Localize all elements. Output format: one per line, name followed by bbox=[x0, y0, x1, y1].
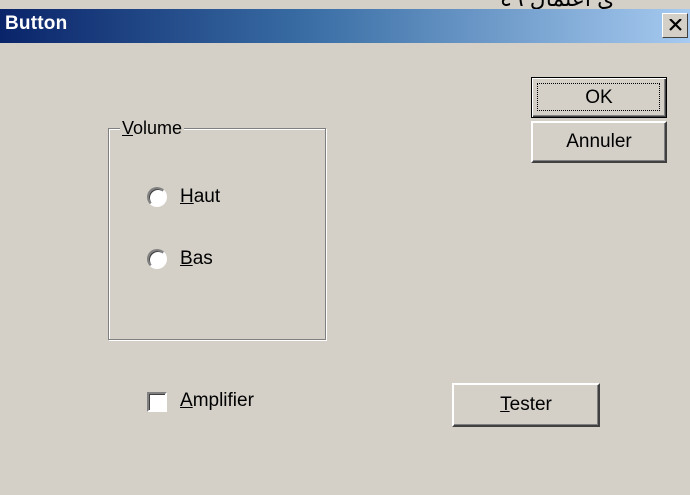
title-bar[interactable]: Button bbox=[0, 9, 690, 43]
cancel-button-label: Annuler bbox=[566, 131, 632, 152]
volume-label-rest: olume bbox=[133, 118, 183, 138]
haut-label-rest: aut bbox=[193, 186, 221, 207]
bas-label-rest: as bbox=[192, 248, 213, 269]
tester-label-rest: ester bbox=[509, 394, 552, 415]
amplifier-label[interactable]: Amplifier bbox=[180, 390, 254, 412]
radio-haut-label[interactable]: Haut bbox=[180, 186, 220, 208]
haut-mnemonic: H bbox=[180, 186, 194, 207]
volume-mnemonic: V bbox=[122, 118, 134, 138]
dialog-window: ي اعتمال ٤٦ Button OK Annuler Volume Hau… bbox=[0, 0, 690, 495]
radio-bas[interactable] bbox=[147, 249, 167, 269]
close-button[interactable] bbox=[662, 13, 688, 38]
ok-button[interactable]: OK bbox=[531, 77, 667, 118]
amplifier-mnemonic: A bbox=[180, 390, 193, 411]
tester-button[interactable]: Tester bbox=[452, 383, 600, 427]
radio-haut[interactable] bbox=[147, 187, 167, 207]
ok-button-label: OK bbox=[585, 86, 613, 108]
volume-group-label: Volume bbox=[120, 118, 185, 139]
close-icon bbox=[669, 19, 682, 31]
cancel-button[interactable]: Annuler bbox=[531, 121, 667, 163]
radio-bas-label[interactable]: Bas bbox=[180, 248, 213, 270]
bas-mnemonic: B bbox=[180, 248, 193, 269]
amplifier-checkbox[interactable] bbox=[147, 392, 167, 412]
amplifier-label-rest: mplifier bbox=[192, 390, 254, 411]
volume-groupbox bbox=[108, 128, 326, 340]
tester-mnemonic: T bbox=[500, 394, 510, 415]
tester-button-label: Tester bbox=[454, 394, 598, 416]
window-title: Button bbox=[5, 13, 68, 34]
